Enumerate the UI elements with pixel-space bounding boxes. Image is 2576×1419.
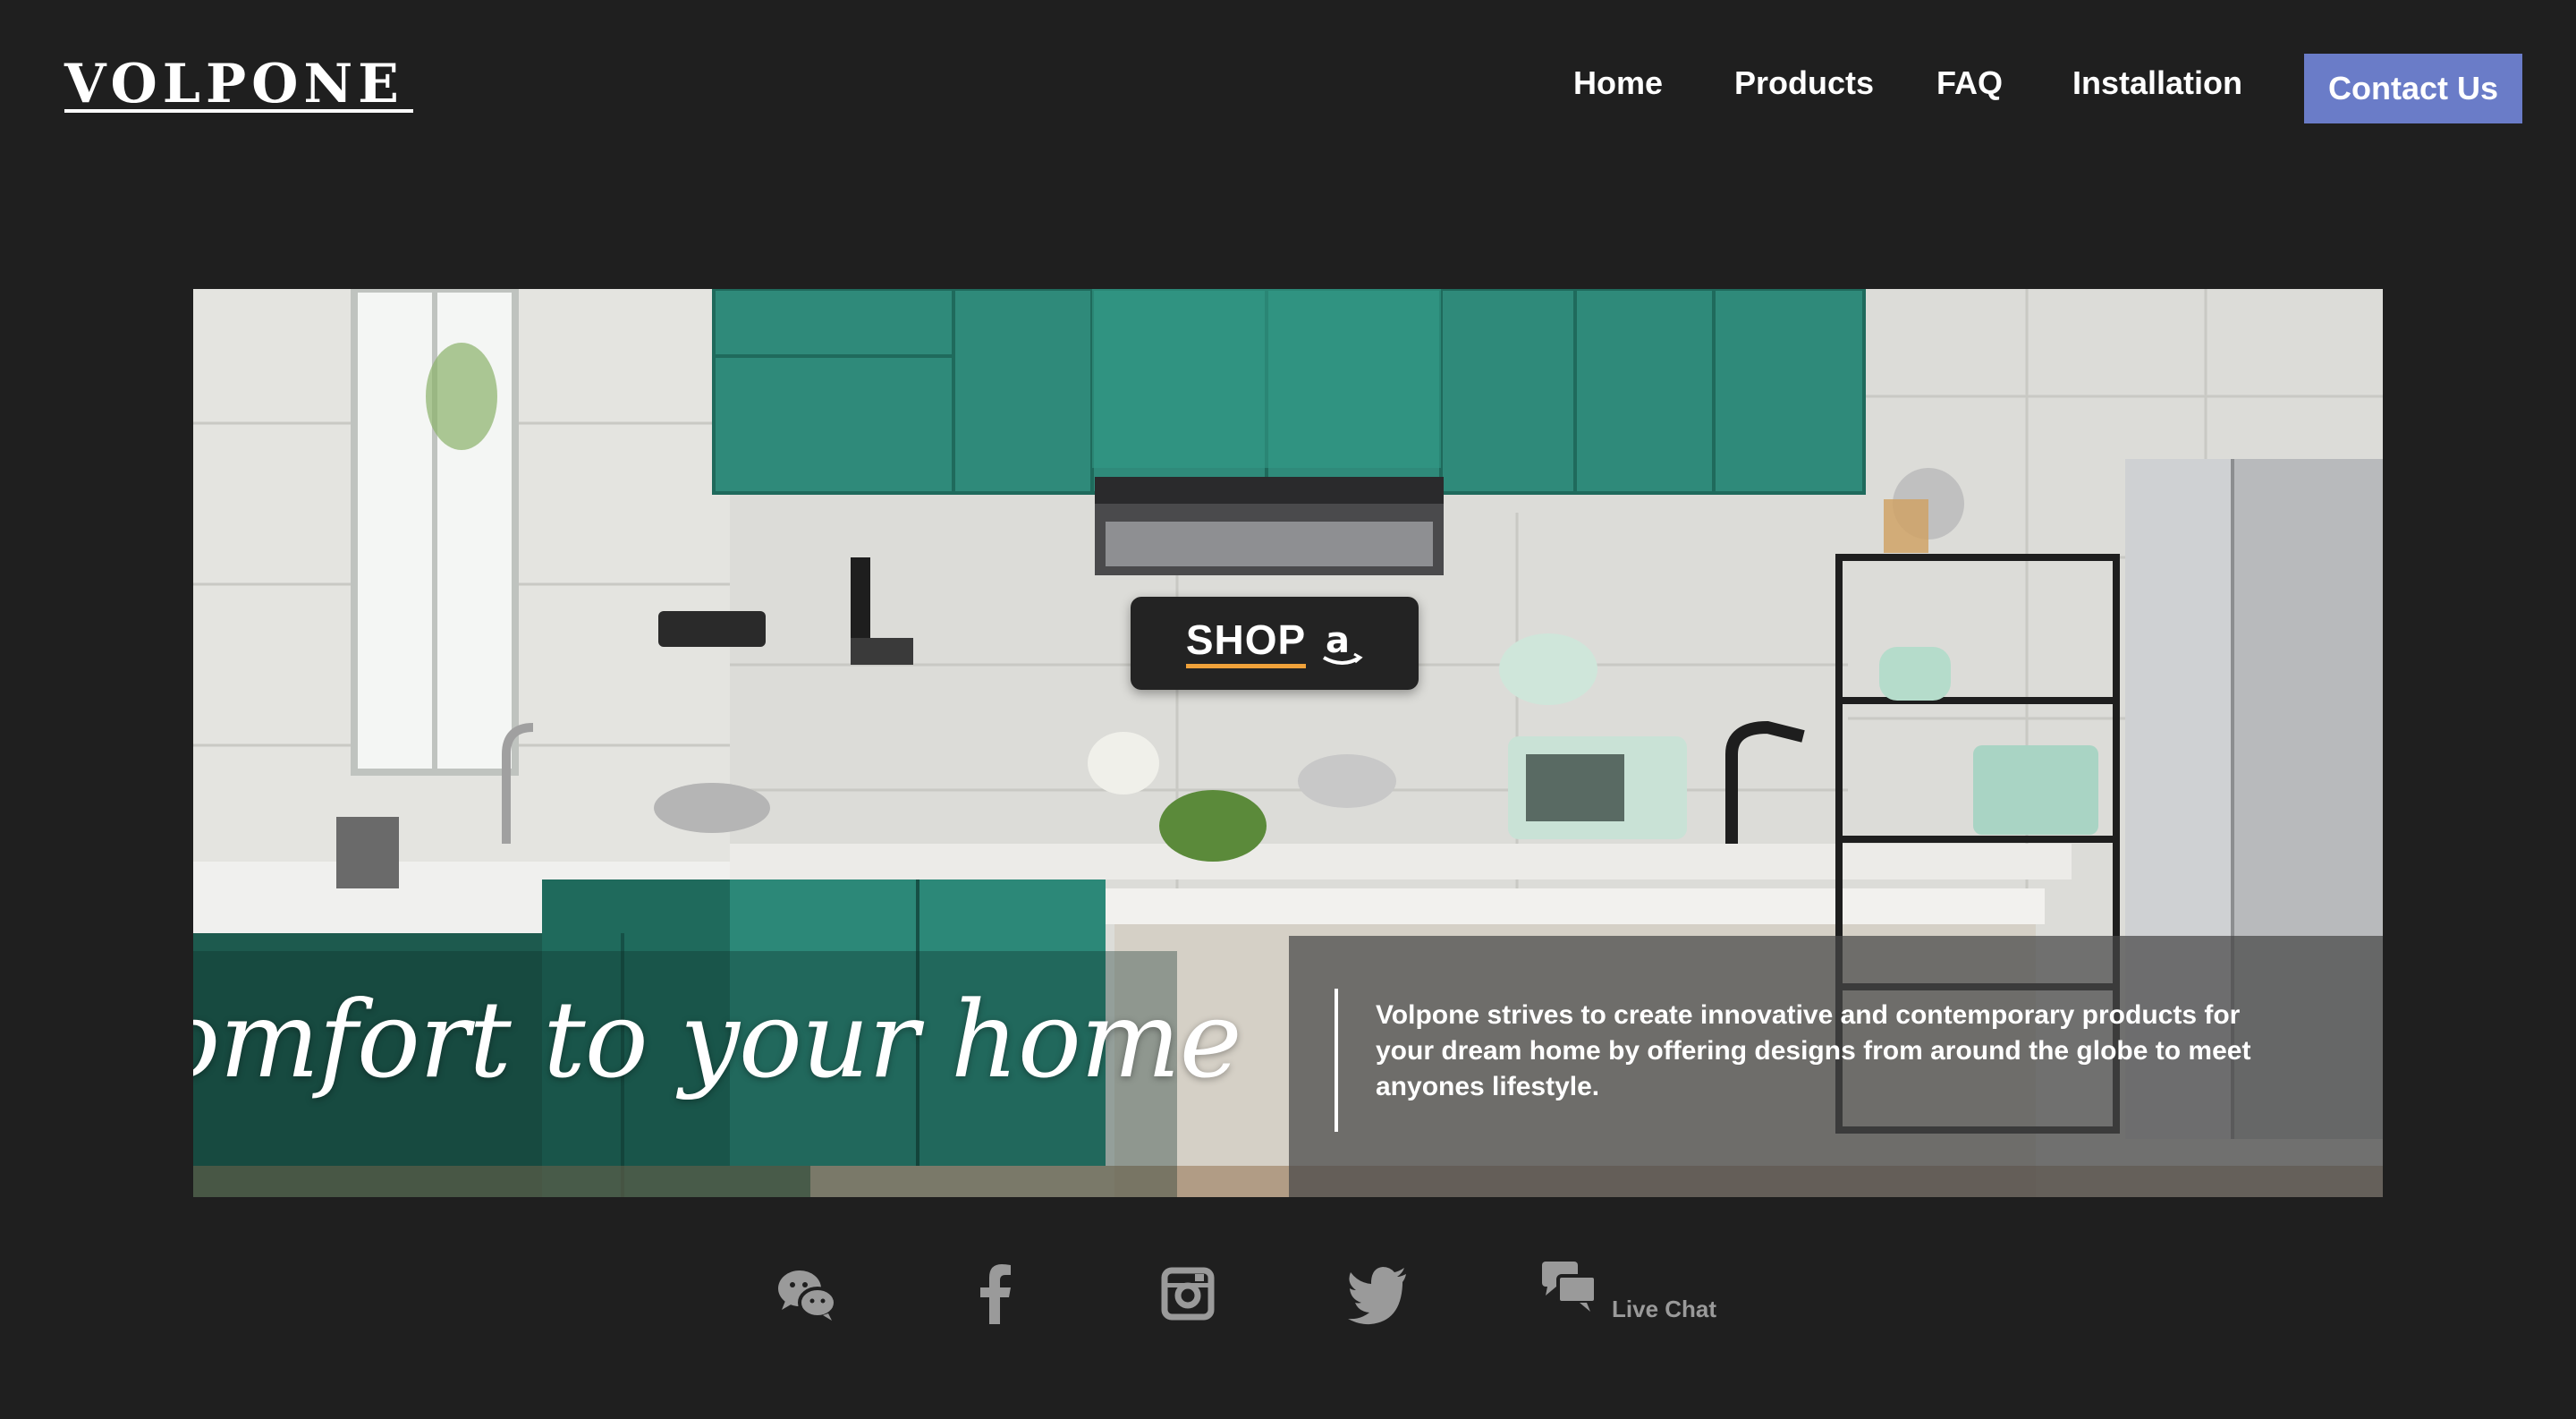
social-bar: Live Chat [0,1244,2576,1351]
logo[interactable]: VOLPONE [64,50,413,118]
contact-us-button[interactable]: Contact Us [2304,54,2522,123]
nav-faq[interactable]: FAQ [1936,64,2003,102]
site-header: VOLPONE Home Products FAQ Installation C… [0,0,2576,179]
shop-amazon-button[interactable]: SHOP a [1131,597,1419,690]
hero-banner: SHOP a Volpone strives to create innovat… [193,289,2383,1197]
svg-text:a: a [1326,620,1350,661]
instagram-icon[interactable] [1156,1262,1220,1326]
nav-home[interactable]: Home [1573,64,1663,102]
shop-label: SHOP [1185,618,1307,668]
logo-text: VOLPONE [64,53,404,115]
twitter-icon[interactable] [1345,1262,1410,1326]
hero-tagline: Comfort to your home [193,978,1242,1101]
facebook-icon[interactable] [964,1262,1029,1326]
chat-icon[interactable] [1538,1256,1603,1321]
nav-products[interactable]: Products [1734,64,1874,102]
hero-description: Volpone strives to create innovative and… [1376,1000,2251,1101]
live-chat-label[interactable]: Live Chat [1612,1296,1716,1323]
amazon-icon: a [1322,618,1363,668]
wechat-icon[interactable] [775,1262,839,1326]
hero-divider [1335,989,1338,1132]
logo-underline [64,109,413,113]
nav-installation[interactable]: Installation [2072,64,2242,102]
